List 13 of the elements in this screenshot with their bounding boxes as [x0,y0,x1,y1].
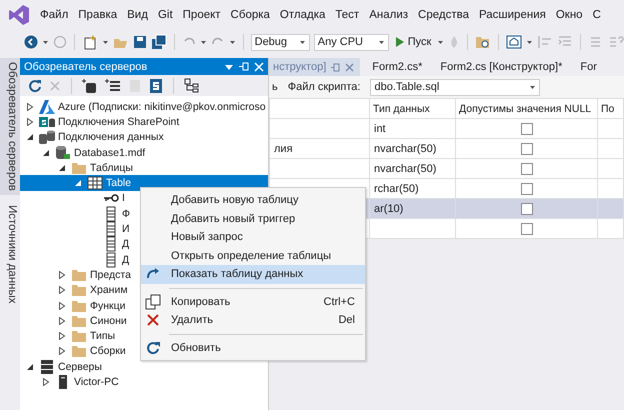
column-header: Тип данных [370,98,456,118]
toolbar-label: ь [272,81,278,93]
script-label: Файл скрипта: [288,81,360,93]
column-header: Допустимы значения NULL [456,98,598,118]
shortcut-label: Del [338,314,355,326]
shortcut-label: Ctrl+C [324,296,355,308]
table-cell: лия [270,138,370,158]
table-cell: nvarchar(50) [370,158,456,178]
column-header: По [598,98,624,118]
table-cell: ar(10) [370,198,456,218]
table-cell: int [370,118,456,138]
table-cell: nvarchar(50) [370,138,456,158]
panel-title: Обозреватель серверов [24,60,148,72]
